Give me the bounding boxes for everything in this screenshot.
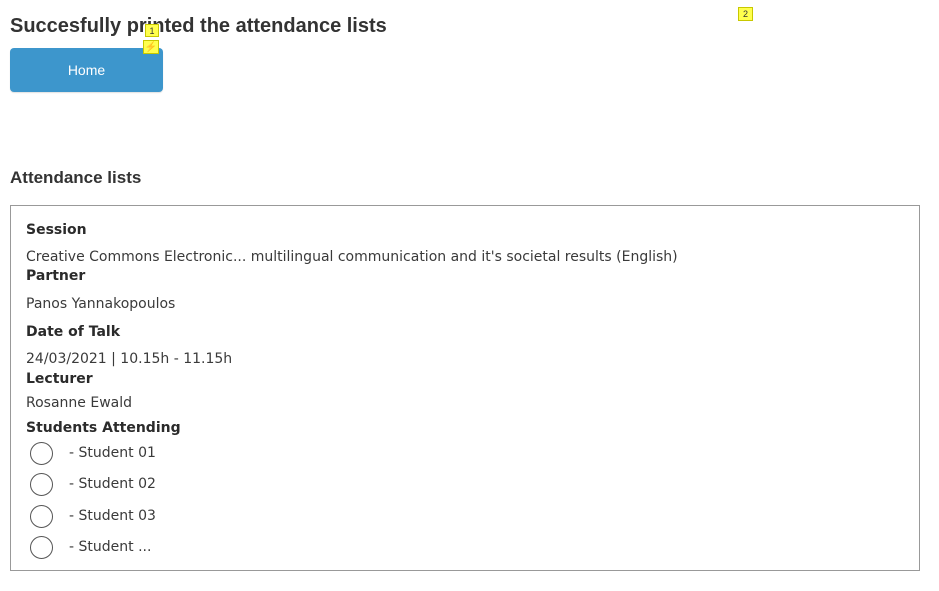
home-button[interactable]: Home [10,48,163,92]
partner-value: Panos Yannakopoulos [26,296,176,312]
students-attending-label: Students Attending [26,420,181,436]
page-title: Succesfully printed the attendance lists [10,15,387,37]
lecturer-label: Lecturer [26,371,93,387]
attendance-lists-heading: Attendance lists [10,168,142,187]
student-name: - Student 02 [69,476,156,492]
student-row: - Student 02 [30,471,156,497]
session-label: Session [26,222,87,238]
student-row: - Student 03 [30,503,156,529]
student-name: - Student 03 [69,508,156,524]
attendance-card: Session Creative Commons Electronic... m… [10,205,920,571]
annotation-marker-1: 1 [145,24,159,37]
student-name: - Student ... [69,539,152,555]
lightning-icon: ⚡ [143,40,159,54]
student-radio[interactable] [30,535,53,559]
student-radio[interactable] [30,441,53,465]
student-radio[interactable] [30,472,53,496]
annotation-marker-2: 2 [738,7,753,21]
student-radio[interactable] [30,504,53,528]
student-name: - Student 01 [69,445,156,461]
student-row: - Student 01 [30,440,156,466]
partner-label: Partner [26,268,86,284]
session-value: Creative Commons Electronic... multiling… [26,249,678,265]
date-label: Date of Talk [26,324,121,340]
student-row: - Student ... [30,534,151,560]
date-value: 24/03/2021 | 10.15h - 11.15h [26,351,233,367]
lecturer-value: Rosanne Ewald [26,395,132,411]
